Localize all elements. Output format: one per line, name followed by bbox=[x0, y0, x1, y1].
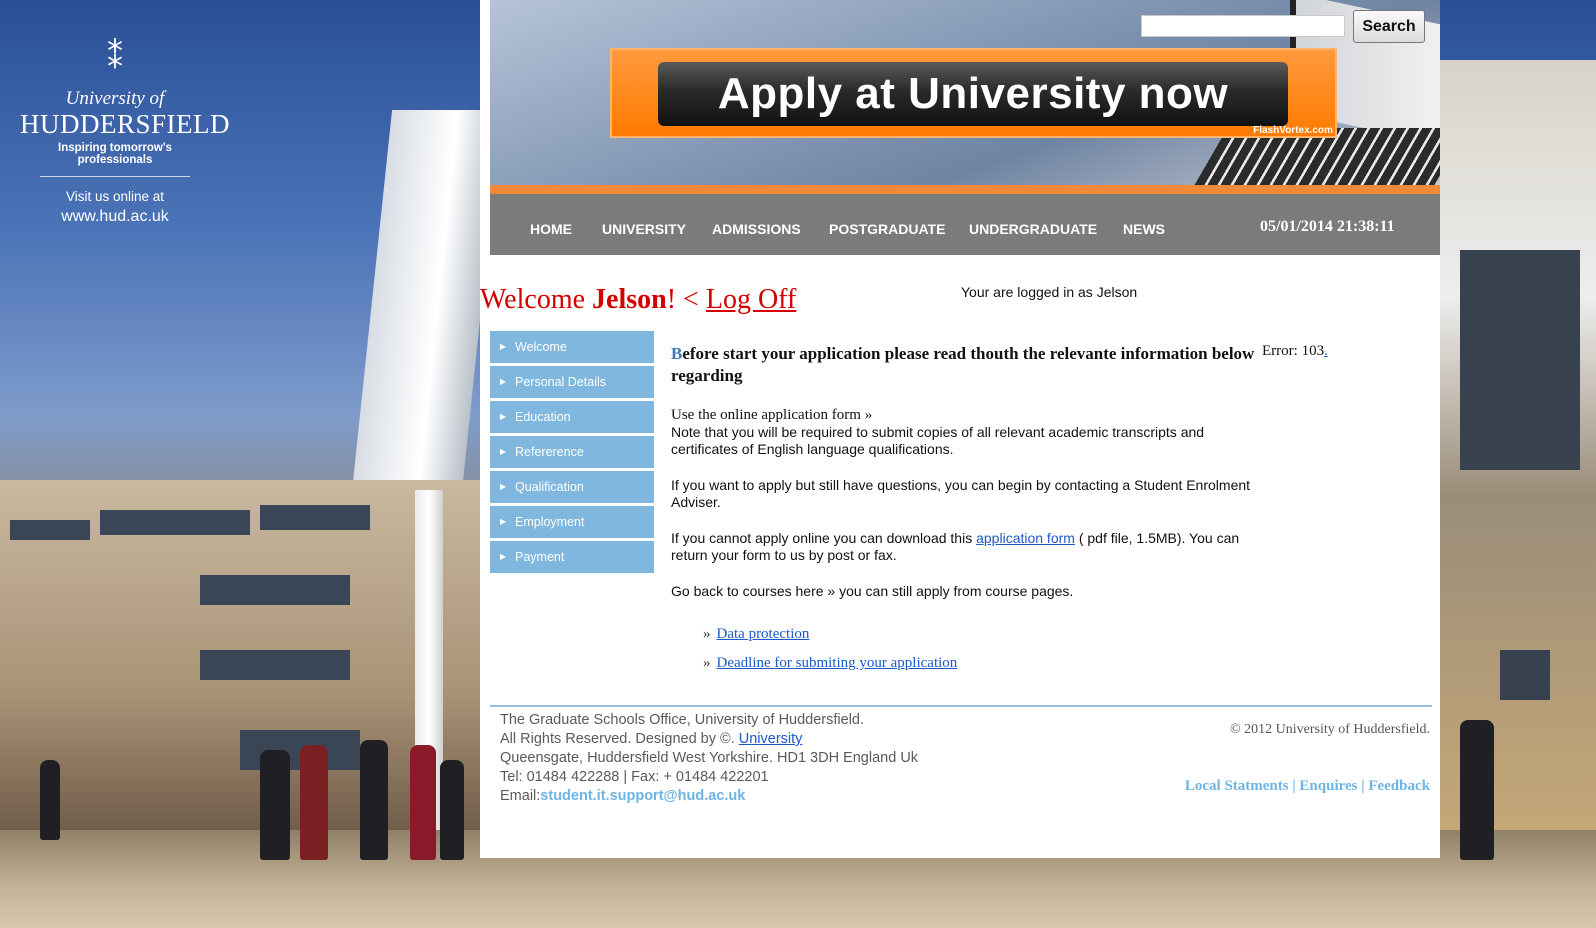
logoff-link[interactable]: Log Off bbox=[706, 284, 796, 315]
person-silhouette bbox=[360, 740, 388, 860]
nav-admissions[interactable]: ADMISSIONS bbox=[712, 221, 801, 237]
chevron-right-icon: ▶ bbox=[500, 482, 507, 491]
heading-initial: B bbox=[671, 344, 683, 363]
website-url: www.hud.ac.uk bbox=[61, 208, 169, 225]
welcome-prefix: Welcome bbox=[480, 284, 593, 315]
footer-rights: All Rights Reserved. Designed by ©. bbox=[500, 731, 739, 747]
nav-university[interactable]: UNIVERSITY bbox=[602, 221, 686, 237]
search-button[interactable]: Search bbox=[1353, 10, 1425, 43]
deadline-link[interactable]: Deadline for submiting your application bbox=[717, 655, 958, 671]
footer-line1: The Graduate Schools Office, University … bbox=[500, 712, 865, 728]
error-message: Error: 103. bbox=[1262, 343, 1328, 360]
footer-links: Local Statments | Enquires | Feedback bbox=[1184, 778, 1430, 794]
nav-home[interactable]: HOME bbox=[530, 221, 572, 237]
footer-email-line: Email:student.it.support@hud.ac.uk bbox=[500, 787, 918, 806]
university-crest-icon: ⁑ bbox=[107, 39, 123, 75]
logo-divider bbox=[40, 176, 190, 177]
search-input[interactable] bbox=[1141, 15, 1345, 37]
error-text: Error: 103 bbox=[1262, 343, 1325, 359]
side-menu-label: Welcome bbox=[515, 340, 567, 354]
content-heading: Before start your application please rea… bbox=[671, 343, 1261, 387]
side-menu-welcome[interactable]: ▶ Welcome bbox=[490, 331, 654, 363]
double-chevron-icon: » bbox=[703, 655, 711, 671]
chevron-right-icon: ▶ bbox=[500, 552, 507, 561]
person-silhouette bbox=[410, 745, 436, 860]
side-menu-label: Refererence bbox=[515, 445, 584, 459]
chevron-right-icon: ▶ bbox=[500, 412, 507, 421]
person-silhouette bbox=[40, 760, 60, 840]
footer-info: The Graduate Schools Office, University … bbox=[500, 711, 918, 806]
error-link[interactable]: . bbox=[1324, 343, 1328, 359]
footer-copyright: © 2012 University of Huddersfield. bbox=[1230, 722, 1430, 737]
list-item: » Deadline for submiting your application bbox=[703, 655, 1261, 672]
side-menu-qualification[interactable]: ▶ Qualification bbox=[490, 471, 654, 503]
info-links: » Data protection » Deadline for submiting… bbox=[671, 626, 1261, 672]
footer-divider bbox=[490, 705, 1432, 707]
side-menu: ▶ Welcome ▶ Personal Details ▶ Education ▶ R… bbox=[490, 331, 654, 576]
footer-link-local-statements[interactable]: Local Statments bbox=[1185, 778, 1289, 794]
go-back-text: Go back to courses here » you can still … bbox=[671, 583, 1074, 599]
footer-line2: All Rights Reserved. Designed by ©. Univ… bbox=[500, 730, 918, 749]
list-item: » Data protection bbox=[703, 626, 1261, 643]
person-silhouette bbox=[260, 750, 290, 860]
logo-line1: University of bbox=[65, 88, 165, 109]
side-menu-employment[interactable]: ▶ Employment bbox=[490, 506, 654, 538]
header-banner: Search Apply at University now FlashVort… bbox=[490, 0, 1440, 185]
main-container: Search Apply at University now FlashVort… bbox=[480, 0, 1440, 858]
side-menu-label: Payment bbox=[515, 550, 565, 564]
nav-datetime: 05/01/2014 21:38:11 bbox=[1260, 218, 1395, 235]
footer-email-link[interactable]: student.it.support@hud.ac.uk bbox=[540, 788, 745, 804]
apply-banner-text[interactable]: Apply at University now bbox=[658, 62, 1288, 126]
header-accent-strip bbox=[490, 185, 1440, 194]
footer-link-feedback[interactable]: Feedback bbox=[1368, 778, 1430, 794]
main-nav: HOME UNIVERSITY ADMISSIONS POSTGRADUATE … bbox=[490, 194, 1440, 255]
side-menu-personal-details[interactable]: ▶ Personal Details bbox=[490, 366, 654, 398]
person-silhouette bbox=[1460, 720, 1494, 860]
background-building bbox=[0, 480, 480, 840]
chevron-right-icon: ▶ bbox=[500, 517, 507, 526]
chevron-right-icon: ▶ bbox=[500, 342, 507, 351]
apply-banner[interactable]: Apply at University now FlashVortex.com bbox=[610, 48, 1337, 138]
side-menu-payment[interactable]: ▶ Payment bbox=[490, 541, 654, 573]
footer-link-enquires[interactable]: Enquires bbox=[1299, 778, 1357, 794]
footer-university-link[interactable]: University bbox=[739, 731, 803, 747]
nav-undergraduate[interactable]: UNDERGRADUATE bbox=[969, 221, 1097, 237]
side-menu-reference[interactable]: ▶ Refererence bbox=[490, 436, 654, 468]
welcome-message: Welcome Jelson! < Log Off bbox=[480, 284, 796, 316]
side-menu-label: Education bbox=[515, 410, 571, 424]
welcome-username: Jelson bbox=[592, 284, 667, 315]
nav-news[interactable]: NEWS bbox=[1123, 221, 1165, 237]
download-text: If you cannot apply online you can downl… bbox=[671, 530, 1261, 564]
person-silhouette bbox=[440, 760, 464, 860]
side-menu-label: Qualification bbox=[515, 480, 584, 494]
note-text: Note that you will be required to submit… bbox=[671, 424, 1205, 457]
logo-tagline: Inspiring tomorrow's professionals bbox=[58, 142, 172, 166]
download-pre: If you cannot apply online you can downl… bbox=[671, 530, 977, 546]
footer-address: Queensgate, Huddersfield West Yorkshire.… bbox=[500, 750, 919, 766]
footer-phone: Tel: 01484 422288 | Fax: + 01484 422201 bbox=[500, 769, 769, 785]
online-form-line: Use the online application form » bbox=[671, 407, 873, 423]
questions-text: If you want to apply but still have ques… bbox=[671, 477, 1251, 510]
application-form-link[interactable]: application form bbox=[976, 530, 1075, 546]
logo-line2: HUDDERSFIELD bbox=[20, 109, 231, 139]
footer-email-label: Email: bbox=[500, 788, 541, 804]
side-menu-education[interactable]: ▶ Education bbox=[490, 401, 654, 433]
chevron-right-icon: ▶ bbox=[500, 377, 507, 386]
data-protection-link[interactable]: Data protection bbox=[717, 626, 810, 642]
heading-text: efore start your application please read… bbox=[671, 344, 1255, 385]
side-menu-label: Personal Details bbox=[515, 375, 607, 389]
banner-credit: FlashVortex.com bbox=[1253, 125, 1333, 136]
chevron-right-icon: ▶ bbox=[500, 447, 507, 456]
nav-postgraduate[interactable]: POSTGRADUATE bbox=[829, 221, 945, 237]
welcome-separator: ! < bbox=[666, 284, 706, 315]
main-content: Before start your application please rea… bbox=[671, 343, 1261, 684]
university-logo-panel: ⁑ University of HUDDERSFIELD Inspiring t… bbox=[20, 39, 231, 226]
background-tower bbox=[347, 110, 503, 530]
visit-text: Visit us online at bbox=[65, 189, 165, 204]
side-menu-label: Employment bbox=[515, 515, 585, 529]
person-silhouette bbox=[300, 745, 328, 860]
logged-in-status: Your are logged in as Jelson bbox=[961, 284, 1138, 300]
double-chevron-icon: » bbox=[703, 626, 711, 642]
